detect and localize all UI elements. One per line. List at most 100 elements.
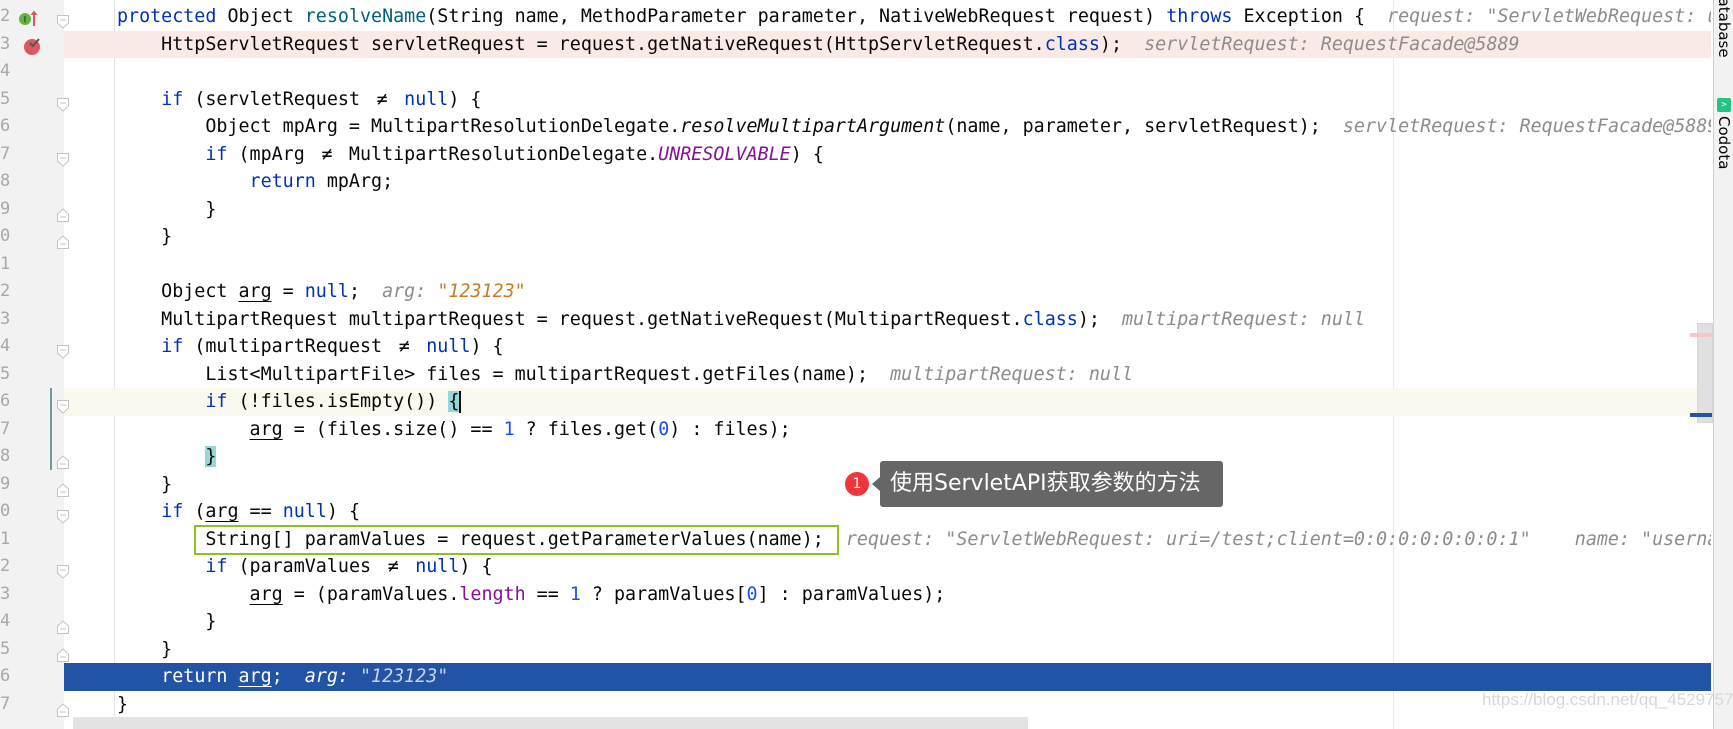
code-line[interactable]: 6 Object mpArg = MultipartResolutionDele… [0,113,1711,141]
fold-end-icon[interactable] [57,698,69,717]
fold-end-icon[interactable] [57,203,69,222]
code-text[interactable]: if (multipartRequest ≠ null) { [117,333,1711,361]
code-text[interactable]: } [117,608,1711,636]
code-token: } [117,473,173,495]
fold-collapse-icon[interactable] [57,395,69,414]
fold-collapse-icon[interactable] [57,93,69,112]
code-line[interactable]: 8 } [0,443,1711,471]
code-editor[interactable]: 2 Iprotected Object resolveName(String na… [0,3,1711,718]
watermark: https://blog.csdn.net/qq_45297578 [1482,690,1733,709]
code-token: throws [1166,6,1244,27]
line-number: 8 [0,171,11,191]
breakpoint-icon[interactable] [22,34,44,56]
code-line[interactable]: 2 Object arg = null; arg: "123123" [0,278,1711,306]
code-text[interactable]: HttpServletRequest servletRequest = requ… [117,31,1711,59]
code-line[interactable]: 6 if (!files.isEmpty()) { [0,388,1711,416]
code-line[interactable]: 0 } [0,223,1711,251]
debugger-inline-value: request: "ServletWebRequest: uri=/test;c… [1387,6,1711,27]
code-line[interactable]: 5 if (servletRequest ≠ null) { [0,86,1711,114]
code-token: ) { [459,556,493,577]
code-line[interactable]: 1 [0,251,1711,279]
code-token: if [205,556,239,577]
code-text[interactable]: List<MultipartFile> files = multipartReq… [117,361,1711,389]
code-line[interactable]: 7 arg = (files.size() == 1 ? files.get(0… [0,416,1711,444]
implements-method-icon[interactable]: I [18,8,40,26]
code-line[interactable]: 8 return mpArg; [0,168,1711,196]
vertical-scrollbar[interactable] [1697,323,1713,423]
code-line[interactable]: 7 if (mpArg ≠ MultipartResolutionDelegat… [0,141,1711,169]
code-line[interactable]: 3 MultipartRequest multipartRequest = re… [0,306,1711,334]
fold-collapse-icon[interactable] [57,148,69,167]
code-text[interactable]: arg = (files.size() == 1 ? files.get(0) … [117,416,1711,444]
code-token: mpArg; [326,171,394,192]
code-line[interactable]: 9 } [0,196,1711,224]
line-number: 6 [0,116,11,136]
code-line[interactable]: 5 } [0,636,1711,664]
code-token: arg [205,501,239,522]
fold-end-icon[interactable] [57,615,69,634]
code-text[interactable]: } [117,691,1711,719]
code-line[interactable]: 4 if (multipartRequest ≠ null) { [0,333,1711,361]
fold-collapse-icon[interactable] [57,560,69,579]
code-token: } [117,226,173,247]
code-token: resolveName [304,6,427,27]
code-text[interactable]: arg = (paramValues.length == 1 ? paramVa… [117,581,1711,609]
code-line[interactable]: 6 return arg; arg: "123123" [0,663,1711,691]
code-token: null [282,501,327,522]
code-token: ) { [790,143,824,165]
code-text[interactable]: MultipartRequest multipartRequest = requ… [117,306,1711,334]
line-number: 9 [0,473,11,494]
sidebar-tab-database[interactable]: Database [1715,0,1733,58]
code-line[interactable]: 4 [0,58,1711,86]
code-line[interactable]: 2 Iprotected Object resolveName(String na… [0,3,1711,31]
code-text[interactable]: return arg; arg: "123123" [117,663,1711,691]
fold-collapse-icon[interactable] [57,505,69,524]
code-line[interactable]: 4 } [0,608,1711,636]
code-text[interactable]: Object mpArg = MultipartResolutionDelega… [117,113,1711,141]
code-text[interactable]: } [117,223,1711,251]
code-token: null [404,88,449,110]
code-token: if [161,501,195,522]
breakpoint-stripe-marker[interactable] [1690,333,1712,337]
inline-value-text: request: "ServletWebRequest: uri=/test;c… [1387,6,1711,27]
code-token: return [161,666,239,687]
horizontal-scrollbar[interactable] [73,717,1028,729]
code-text[interactable]: protected Object resolveName(String name… [117,3,1711,31]
inline-value-text: request: "ServletWebRequest: uri=/test;c… [845,528,1711,550]
code-line[interactable]: 7} [0,691,1711,719]
debugger-inline-value: multipartRequest: null [1122,309,1365,330]
code-text[interactable]: if (mpArg ≠ MultipartResolutionDelegate.… [117,141,1711,169]
fold-collapse-icon[interactable] [57,340,69,359]
code-token: (paramValues [238,556,383,577]
code-token: 0 [746,583,758,605]
code-text[interactable]: Object arg = null; arg: "123123" [117,278,1711,306]
code-text[interactable]: } [117,636,1711,664]
code-line[interactable]: 0 if (arg == null) { [0,498,1711,526]
fold-collapse-icon[interactable] [57,10,69,29]
code-line[interactable]: 3 HttpServletRequest servletRequest = re… [0,31,1711,59]
fold-end-icon[interactable] [57,450,69,469]
sidebar-tab-codota[interactable]: Codota [1715,116,1733,169]
code-text[interactable]: return mpArg; [117,168,1711,196]
code-token: (String name, MethodParameter parameter,… [426,6,1167,27]
fold-end-icon[interactable] [57,643,69,662]
execution-stripe-marker[interactable] [1690,413,1712,417]
code-line[interactable]: 3 arg = (paramValues.length == 1 ? param… [0,581,1711,609]
code-text[interactable]: } [117,196,1711,224]
code-token: class [1022,308,1078,330]
code-token: (mpArg [238,143,316,165]
code-text[interactable]: if (!files.isEmpty()) { [117,388,1711,416]
fold-end-icon[interactable] [57,230,69,249]
code-token: ); [1077,308,1100,330]
code-text[interactable]: if (paramValues ≠ null) { [117,553,1711,581]
code-text[interactable]: if (servletRequest ≠ null) { [117,86,1711,114]
codota-icon: > [1717,98,1731,112]
code-line[interactable]: 5 List<MultipartFile> files = multipartR… [0,361,1711,389]
line-number: 7 [0,418,11,439]
fold-end-icon[interactable] [57,478,69,497]
code-line[interactable]: 2 if (paramValues ≠ null) { [0,553,1711,581]
